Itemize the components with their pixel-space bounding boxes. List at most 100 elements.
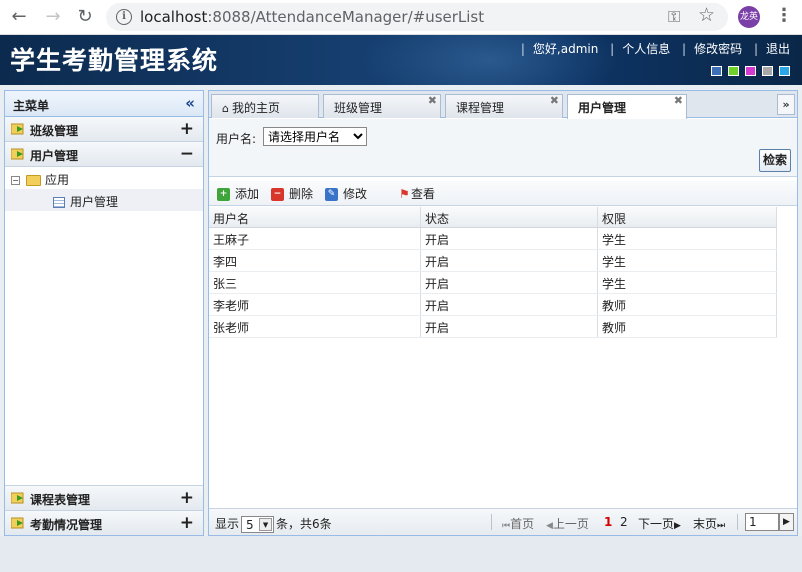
- next-page-label: 下一页: [638, 517, 675, 531]
- reload-icon[interactable]: ↻: [74, 6, 96, 28]
- tab-class-management[interactable]: 班级管理 ✖: [323, 94, 441, 118]
- edit-button[interactable]: ✎ 修改: [325, 185, 367, 202]
- tab-user-management[interactable]: 用户管理 ✖: [567, 94, 687, 119]
- username-select[interactable]: 请选择用户名: [263, 127, 367, 146]
- tab-bar: ⌂ 我的主页 班级管理 ✖ 课程管理 ✖ 用户管理 ✖ »: [209, 91, 797, 119]
- main-menu-title-text: 主菜单: [13, 99, 50, 113]
- tab-course-management[interactable]: 课程管理 ✖: [445, 94, 563, 118]
- table-row[interactable]: 李老师 开启 教师: [209, 294, 777, 316]
- close-icon[interactable]: ✖: [674, 94, 683, 107]
- key-icon[interactable]: ⚿: [668, 7, 680, 27]
- tab-label: 用户管理: [578, 101, 627, 115]
- first-page-link[interactable]: ⏮首页: [502, 515, 534, 532]
- menu-section-schedule[interactable]: 课程表管理 +: [5, 485, 203, 510]
- edit-icon: ✎: [325, 188, 338, 201]
- tab-label: 班级管理: [334, 101, 383, 115]
- delete-button[interactable]: − 删除: [271, 185, 313, 202]
- site-info-icon[interactable]: i: [116, 9, 132, 25]
- page-number-1[interactable]: 1: [604, 515, 612, 529]
- menu-section-users[interactable]: 用户管理 −: [5, 142, 203, 167]
- page-size-select[interactable]: 5 ▼: [241, 516, 275, 533]
- cell-status: 开启: [421, 294, 598, 315]
- dropdown-arrow-icon[interactable]: ▼: [259, 518, 273, 531]
- expand-icon[interactable]: +: [180, 119, 194, 139]
- theme-swatch-pink[interactable]: [745, 66, 756, 76]
- bottom-menu-sections: 课程表管理 + 考勤情况管理 +: [5, 485, 203, 535]
- bookmark-star-icon[interactable]: ☆: [698, 4, 715, 26]
- section-arrow-icon: [11, 517, 24, 529]
- section-label: 班级管理: [30, 124, 79, 138]
- section-label: 课程表管理: [30, 493, 91, 507]
- add-icon: +: [217, 188, 230, 201]
- menu-section-class[interactable]: 班级管理 +: [5, 117, 203, 142]
- browser-menu-icon[interactable]: ⋮: [775, 5, 793, 27]
- theme-swatch-gray[interactable]: [762, 66, 773, 76]
- search-button[interactable]: 检索: [759, 149, 791, 172]
- expand-icon[interactable]: +: [180, 513, 194, 533]
- column-header-status[interactable]: 状态: [421, 207, 598, 227]
- cell-permission: 学生: [598, 228, 777, 249]
- column-header-permission[interactable]: 权限: [598, 207, 777, 227]
- tab-label: 我的主页: [231, 101, 280, 115]
- collapse-icon[interactable]: −: [180, 144, 194, 164]
- cell-permission: 学生: [598, 272, 777, 293]
- table-row[interactable]: 王麻子 开启 学生: [209, 228, 777, 250]
- profile-link[interactable]: 个人信息: [622, 42, 670, 56]
- tree-node-user-management[interactable]: 用户管理: [5, 189, 203, 211]
- pager-divider: [491, 514, 492, 530]
- go-page-icon[interactable]: ▶: [779, 513, 794, 531]
- page-number-2[interactable]: 2: [620, 515, 628, 529]
- top-links: | 您好,admin | 个人信息 | 修改密码 | 退出: [520, 42, 790, 56]
- next-page-link[interactable]: 下一页▶: [638, 515, 681, 532]
- tab-home[interactable]: ⌂ 我的主页: [211, 94, 319, 118]
- table-row[interactable]: 张老师 开启 教师: [209, 316, 777, 338]
- content-panel: ⌂ 我的主页 班级管理 ✖ 课程管理 ✖ 用户管理 ✖ » 用户名: 请选择用户名 检索…: [208, 90, 798, 536]
- page-number-input[interactable]: 1: [745, 513, 779, 531]
- address-bar[interactable]: i localhost:8088/AttendanceManager/#user…: [106, 3, 728, 31]
- menu-section-attendance[interactable]: 考勤情况管理 +: [5, 510, 203, 535]
- back-icon[interactable]: ←: [8, 6, 30, 28]
- add-button[interactable]: + 添加: [217, 185, 259, 202]
- tab-label: 课程管理: [456, 101, 505, 115]
- view-button[interactable]: ⚑查看: [399, 185, 435, 202]
- prev-page-link[interactable]: ◀上一页: [546, 515, 589, 532]
- table-row[interactable]: 张三 开启 学生: [209, 272, 777, 294]
- last-page-icon: ⏭: [717, 521, 726, 531]
- column-header-username[interactable]: 用户名: [209, 207, 421, 227]
- cell-status: 开启: [421, 250, 598, 271]
- table-row[interactable]: 李四 开启 学生: [209, 250, 777, 272]
- cell-username: 张老师: [209, 316, 421, 337]
- cell-permission: 教师: [598, 316, 777, 337]
- change-password-link[interactable]: 修改密码: [694, 42, 742, 56]
- tree-collapse-icon[interactable]: −: [11, 176, 20, 185]
- collapse-left-icon[interactable]: «: [185, 94, 195, 112]
- delete-label: 删除: [289, 187, 314, 201]
- theme-swatch-green[interactable]: [728, 66, 739, 76]
- user-grid: 用户名 状态 权限 王麻子 开启 学生 李四 开启 学生 张三 开启 学生 李老…: [209, 207, 777, 338]
- browser-toolbar: ← → ↻ i localhost:8088/AttendanceManager…: [0, 0, 802, 35]
- profile-avatar[interactable]: 龙英: [738, 6, 760, 28]
- close-icon[interactable]: ✖: [428, 94, 437, 107]
- tree-node-app[interactable]: − 应用: [5, 167, 203, 189]
- theme-swatch-blue[interactable]: [711, 66, 722, 76]
- tab-list-chevron-icon[interactable]: »: [777, 94, 795, 115]
- expand-icon[interactable]: +: [180, 488, 194, 508]
- theme-switcher: [705, 66, 790, 80]
- close-icon[interactable]: ✖: [550, 94, 559, 107]
- bottom-status-area: [0, 536, 802, 572]
- logout-link[interactable]: 退出: [766, 42, 790, 56]
- theme-swatch-lightblue[interactable]: [779, 66, 790, 76]
- search-form: 用户名: 请选择用户名 检索: [209, 119, 797, 177]
- greeting-text: 您好,admin: [532, 42, 599, 56]
- folder-icon: [26, 175, 41, 186]
- document-icon: [53, 197, 65, 208]
- delete-icon: −: [271, 188, 284, 201]
- cell-username: 李老师: [209, 294, 421, 315]
- cell-status: 开启: [421, 316, 598, 337]
- forward-icon[interactable]: →: [42, 6, 64, 28]
- last-page-link[interactable]: 末页⏭: [693, 515, 725, 532]
- first-page-label: 首页: [510, 517, 535, 531]
- main-menu-panel: 主菜单 « 班级管理 + 用户管理 − − 应用 用户管理 课程表管理 + 考勤情…: [4, 90, 204, 536]
- username-label: 用户名:: [216, 132, 257, 146]
- url-text[interactable]: localhost:8088/AttendanceManager/#userLi…: [140, 8, 484, 26]
